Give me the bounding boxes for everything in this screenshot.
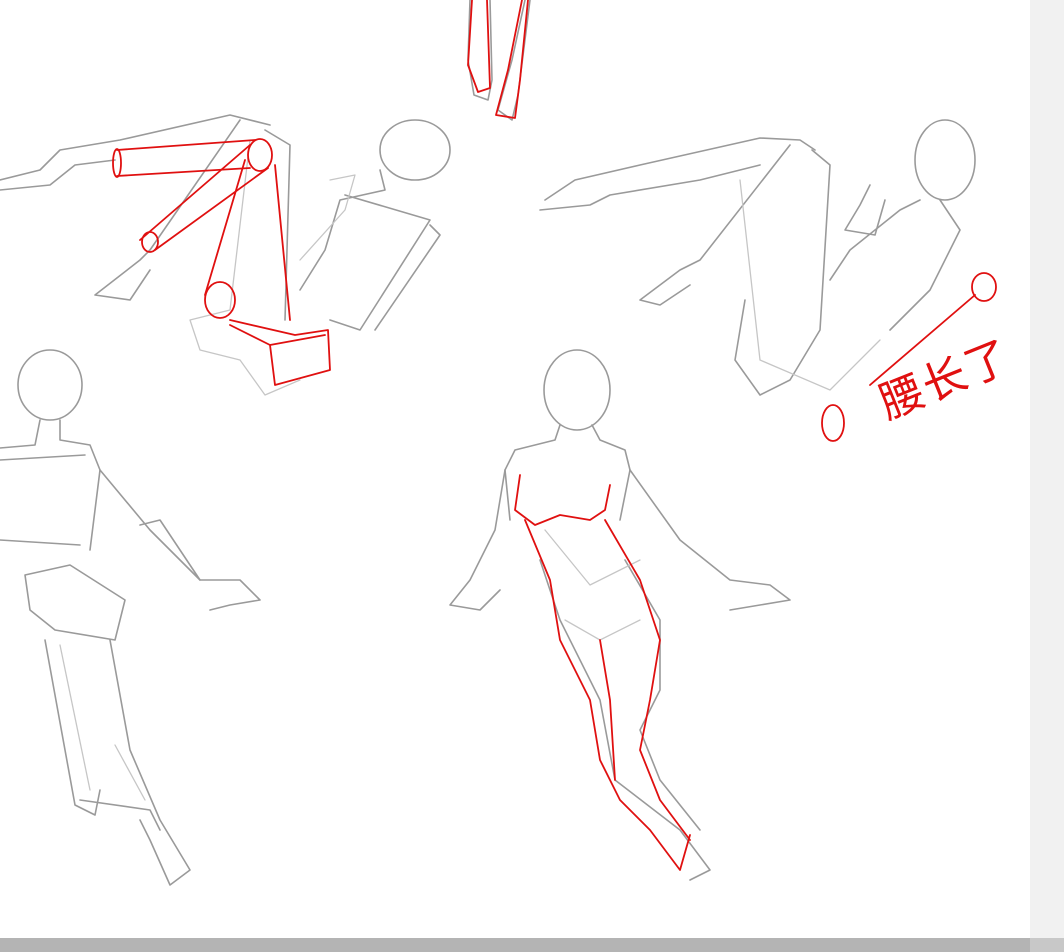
figure-legs-top — [467, 0, 531, 121]
figure-floating-female — [449, 349, 791, 881]
vertical-scrollbar[interactable] — [1030, 0, 1064, 938]
drawing-canvas[interactable]: 腰长了 — [0, 0, 1030, 938]
sketch-figures — [0, 0, 997, 886]
horizontal-scrollbar-thumb[interactable] — [0, 938, 1030, 952]
figure-reclining-mannequin — [0, 114, 451, 396]
figure-standing-mannequin — [0, 349, 261, 886]
